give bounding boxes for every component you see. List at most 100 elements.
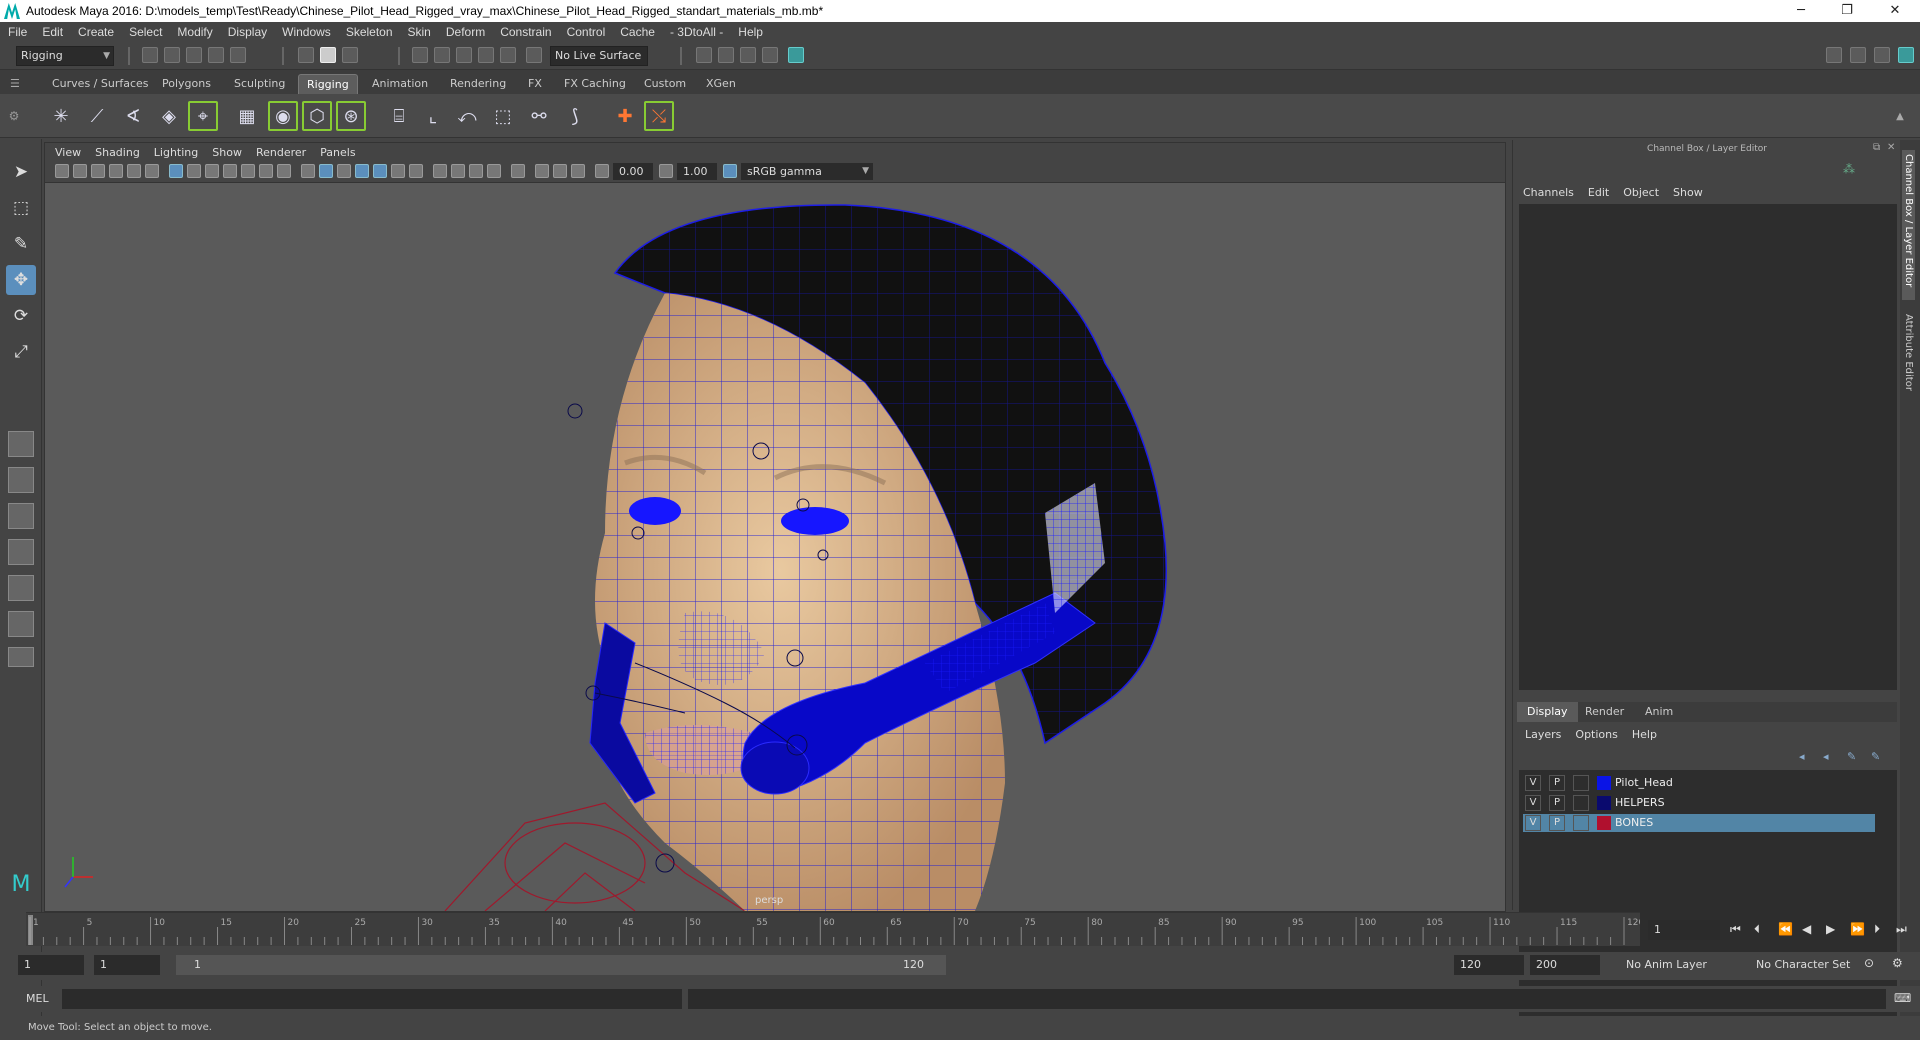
copy-weights-icon[interactable]: ⬚ [488, 101, 518, 131]
camera-attributes-icon[interactable] [73, 164, 87, 178]
color-management-icon[interactable] [723, 164, 737, 178]
wrap-icon[interactable]: ⬡ [302, 101, 332, 131]
shelf-tab-sculpting[interactable]: Sculpting [226, 74, 293, 94]
aim-constraint-icon[interactable]: ⤯ [644, 101, 674, 131]
display-type-toggle[interactable] [1573, 815, 1589, 831]
command-input[interactable] [62, 989, 682, 1009]
character-set-dropdown[interactable]: No Character Set [1750, 955, 1870, 975]
xray-active-icon[interactable] [553, 164, 567, 178]
paint-weights-icon[interactable]: ⌞ [418, 101, 448, 131]
scale-tool-icon[interactable]: ⤢ [6, 337, 36, 367]
menu-deform[interactable]: Deform [446, 25, 485, 39]
menu-edit[interactable]: Edit [42, 25, 63, 39]
current-time-marker[interactable] [28, 915, 33, 945]
four-pane-layout-icon[interactable] [8, 467, 34, 493]
rotate-tool-icon[interactable]: ⟳ [6, 301, 36, 331]
open-scene-icon[interactable] [164, 47, 180, 63]
redo-icon[interactable] [230, 47, 246, 63]
playback-start-field[interactable]: 1 [94, 955, 160, 975]
render-view-icon[interactable] [788, 47, 804, 63]
new-layer-selected-icon[interactable]: ✎ [1871, 750, 1880, 763]
channel-box-icon[interactable]: ⁂ [1843, 162, 1855, 176]
wireframe-icon[interactable] [301, 164, 315, 178]
menu-constrain[interactable]: Constrain [500, 25, 551, 39]
muscle-icon[interactable]: ⟆ [560, 101, 590, 131]
play-backwards-icon[interactable]: ◀ [1802, 922, 1811, 936]
menu-windows[interactable]: Windows [282, 25, 331, 39]
menu-skeleton[interactable]: Skeleton [346, 25, 393, 39]
menu-select[interactable]: Select [129, 25, 162, 39]
step-forward-frame-icon[interactable]: ⏵ [1874, 922, 1880, 937]
minimize-button[interactable]: ─ [1778, 0, 1824, 22]
safe-title-icon[interactable] [277, 164, 291, 178]
scene-end-field[interactable]: 200 [1530, 955, 1600, 975]
tab-anim[interactable]: Anim [1635, 702, 1683, 722]
side-tab-attribute-editor[interactable]: Attribute Editor [1902, 310, 1915, 410]
viewport-menu-renderer[interactable]: Renderer [256, 146, 306, 159]
attribute-editor-toggle-icon[interactable] [1850, 47, 1866, 63]
layer-row[interactable]: V P Pilot_Head [1523, 774, 1875, 792]
lasso-tool-icon[interactable]: ⬚ [6, 193, 36, 223]
menu-set-dropdown[interactable]: Rigging ▼ [16, 46, 114, 66]
render-current-icon[interactable] [696, 47, 712, 63]
menu-display[interactable]: Display [228, 25, 267, 39]
anim-layer-dropdown[interactable]: No Anim Layer [1620, 955, 1740, 975]
layer-color-swatch[interactable] [1597, 816, 1611, 830]
ik-spline-icon[interactable]: ∢ [118, 101, 148, 131]
modeling-toolkit-icon[interactable] [1826, 47, 1842, 63]
new-scene-icon[interactable] [142, 47, 158, 63]
maya-home-icon[interactable]: M [6, 869, 36, 899]
isolate-select-icon[interactable] [511, 164, 525, 178]
channel-box-area[interactable] [1519, 204, 1897, 690]
view-transform-dropdown[interactable]: sRGB gamma ▼ [741, 163, 873, 180]
snap-point-icon[interactable] [456, 47, 472, 63]
shelf-tab-custom[interactable]: Custom [636, 74, 694, 94]
select-component-icon[interactable] [342, 47, 358, 63]
snap-live-icon[interactable] [500, 47, 516, 63]
bounding-box-icon[interactable] [337, 164, 351, 178]
image-plane-icon[interactable] [109, 164, 123, 178]
panel-float-icon[interactable]: ⧉ [1873, 142, 1880, 153]
script-editor-icon[interactable]: ⌨ [1894, 991, 1911, 1005]
tab-render[interactable]: Render [1575, 702, 1634, 722]
close-button[interactable]: ✕ [1872, 0, 1918, 22]
gate-mask-icon[interactable] [223, 164, 237, 178]
shelf-menu-icon[interactable]: ☰ [2, 74, 28, 94]
new-layer-icon[interactable]: ✎ [1847, 750, 1856, 763]
select-object-icon[interactable] [320, 47, 336, 63]
playback-toggle[interactable]: P [1549, 815, 1565, 831]
visibility-toggle[interactable]: V [1525, 775, 1541, 791]
visibility-toggle[interactable]: V [1525, 815, 1541, 831]
select-tool-icon[interactable]: ➤ [6, 157, 36, 187]
time-slider[interactable]: 1 5 10 15 20 25 30 35 40 45 50 55 60 65 70 75 80 85 90 95 10… [26, 912, 1644, 946]
cluster-icon[interactable]: ◉ [268, 101, 298, 131]
depth-of-field-icon[interactable] [487, 164, 501, 178]
scene-start-field[interactable]: 1 [18, 955, 84, 975]
snap-view-plane-icon[interactable] [478, 47, 494, 63]
edit-menu[interactable]: Edit [1588, 186, 1609, 199]
shelf-options-icon[interactable]: ⚙ [4, 101, 24, 131]
shelf-tab-rigging[interactable]: Rigging [298, 74, 358, 94]
shelf-tab-fx[interactable]: FX [520, 74, 550, 94]
visibility-toggle[interactable]: V [1525, 795, 1541, 811]
viewport-menu-show[interactable]: Show [212, 146, 242, 159]
sculpt-deformer-icon[interactable]: ⊛ [336, 101, 366, 131]
menu-create[interactable]: Create [78, 25, 114, 39]
lattice-icon[interactable]: ▦ [232, 101, 262, 131]
display-type-toggle[interactable] [1573, 775, 1589, 791]
step-back-key-icon[interactable]: ⏪ [1778, 922, 1793, 936]
mirror-weights-icon[interactable]: ⤺ [452, 101, 482, 131]
viewport-menu-view[interactable]: View [55, 146, 81, 159]
edit-influences-icon[interactable]: ⚯ [524, 101, 554, 131]
gamma-icon[interactable] [659, 164, 673, 178]
step-forward-key-icon[interactable]: ⏩ [1850, 922, 1865, 936]
layout-options-icon[interactable] [8, 647, 34, 667]
menu-file[interactable]: File [8, 25, 27, 39]
side-tab-channel-box[interactable]: Channel Box / Layer Editor [1902, 150, 1915, 300]
use-all-lights-icon[interactable] [391, 164, 405, 178]
play-forwards-icon[interactable]: ▶ [1826, 922, 1835, 936]
ipr-render-icon[interactable] [718, 47, 734, 63]
insert-joint-icon[interactable]: ◈ [154, 101, 184, 131]
two-d-pan-icon[interactable] [127, 164, 141, 178]
menu-control[interactable]: Control [567, 25, 606, 39]
